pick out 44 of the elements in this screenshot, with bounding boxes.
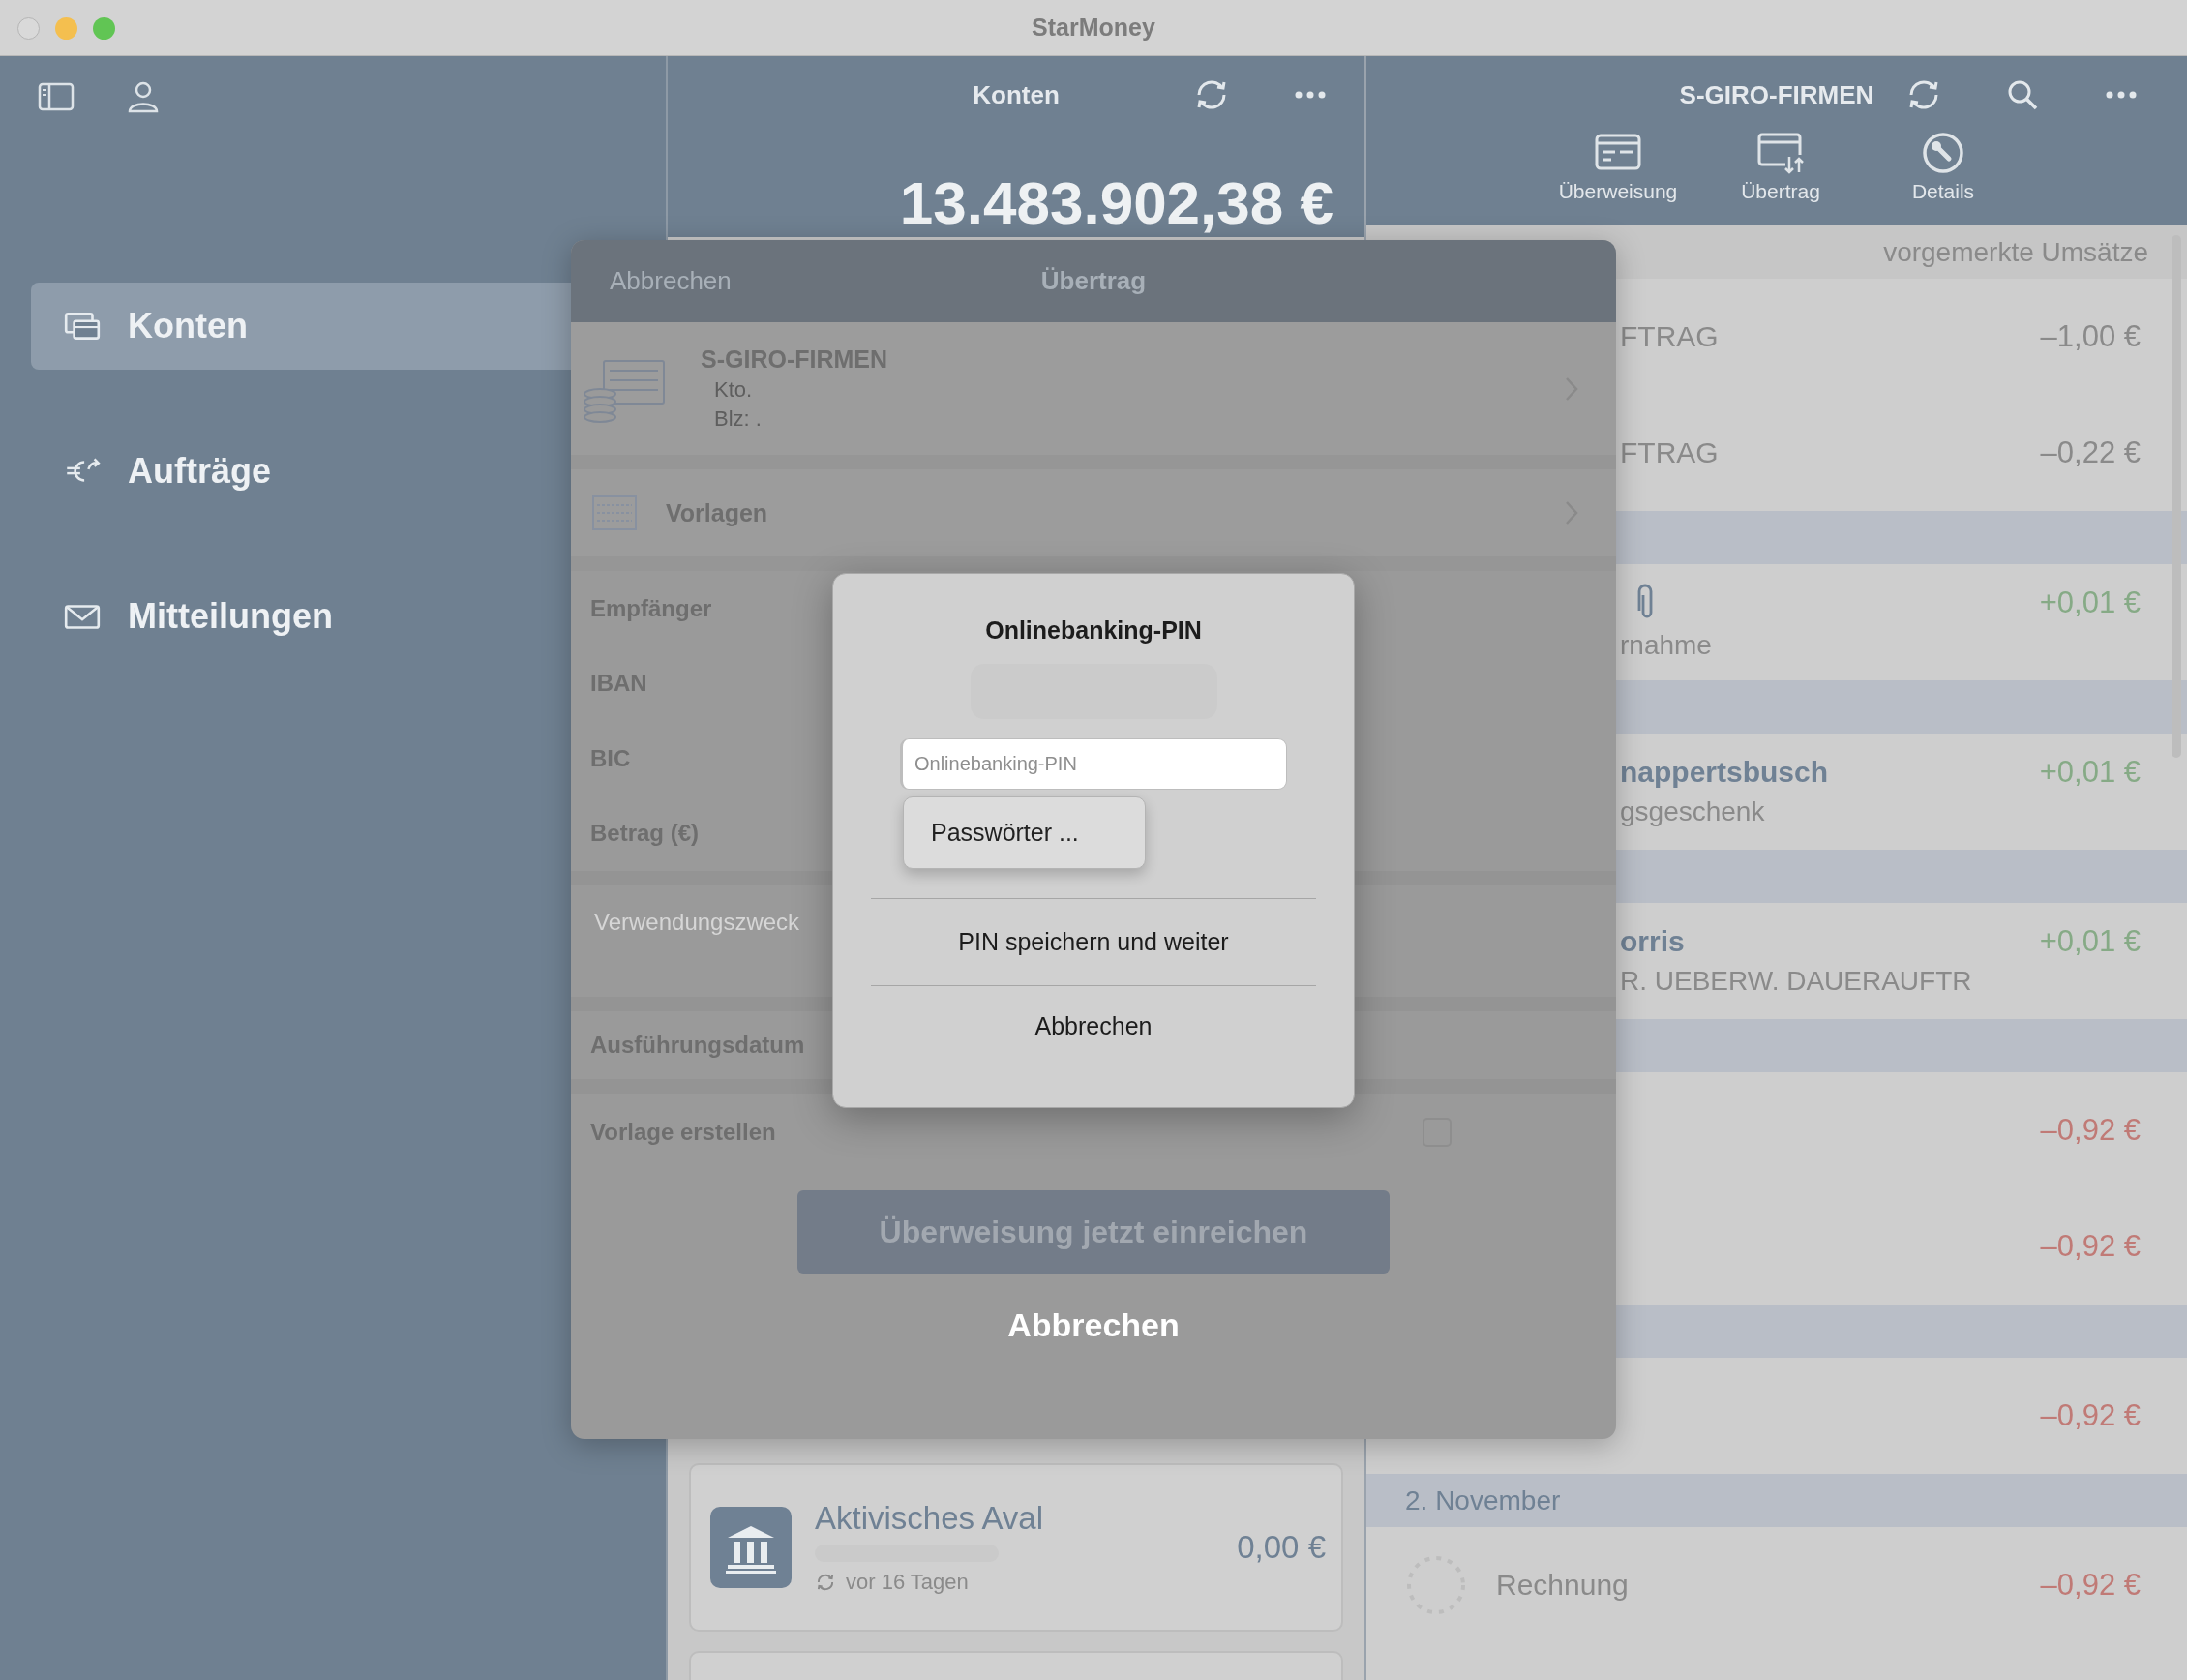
amount: –0,92 € — [2040, 1398, 2141, 1433]
purpose-field[interactable]: Verwendungszweck — [594, 909, 800, 935]
total-balance: 13.483.902,38 € — [898, 168, 1334, 237]
account-detail: Blz: . — [713, 406, 763, 432]
section-title: vorgemerkte Umsätze — [1883, 236, 2148, 268]
card-arrows-icon — [1756, 132, 1805, 174]
toolbar-button[interactable]: Details — [1874, 132, 2012, 203]
amount: +0,01 € — [2039, 924, 2141, 959]
account-detail: Kto. — [713, 377, 754, 403]
transaction-title: FTRAG — [1620, 436, 1719, 469]
account-name: Aktivisches Aval — [815, 1500, 1044, 1537]
window-title: StarMoney — [1032, 14, 1155, 42]
sheet-title: Übertrag — [1040, 266, 1147, 296]
amount: +0,01 € — [2039, 585, 2141, 620]
bank-icon — [710, 1507, 792, 1588]
amount: –0,92 € — [2040, 1113, 2141, 1148]
transaction-title: FTRAG — [1620, 320, 1719, 353]
cancel-button[interactable]: Abbrechen — [988, 1299, 1199, 1352]
autofill-popup[interactable]: Passwörter ... — [903, 796, 1146, 869]
transaction-title: Rechnung — [1496, 1569, 1630, 1602]
transaction-subtitle: R. UEBERW. DAUERAUFTR — [1620, 966, 1973, 997]
toolbar-button[interactable]: Übertrag — [1712, 132, 1849, 203]
last-update: vor 16 Tagen — [846, 1570, 969, 1595]
transaction-subtitle: gsgeschenk — [1620, 796, 1766, 827]
amount: –0,22 € — [2040, 435, 2141, 470]
pin-field[interactable]: Onlinebanking-PIN — [900, 738, 1287, 790]
amount: –0,92 € — [2040, 1568, 2141, 1603]
transaction-title: nappertsbusch — [1620, 756, 1829, 789]
column-title: Konten — [973, 79, 1060, 110]
account-balance: 0,00 € — [1237, 1529, 1326, 1566]
toolbar-button[interactable]: Überweisung — [1549, 132, 1687, 203]
transaction-row[interactable]: Rechnung –0,92 € — [1366, 1527, 2187, 1643]
account-title: S-GIRO-FIRMEN — [1679, 79, 1874, 110]
amount: +0,01 € — [2039, 755, 2141, 790]
dialog-button[interactable]: Abbrechen — [871, 985, 1316, 1066]
date-label: 2. November — [1405, 1485, 1561, 1516]
autofill-option[interactable]: Passwörter ... — [931, 819, 1079, 847]
amount: –1,00 € — [2040, 319, 2141, 354]
transaction-subtitle: rnahme — [1620, 630, 1713, 661]
dialog-title: Onlinebanking-PIN — [985, 616, 1202, 645]
amount: –0,92 € — [2040, 1229, 2141, 1264]
sync-icon — [815, 1572, 836, 1593]
dialog-button[interactable]: PIN speichern und weiter — [871, 898, 1316, 985]
transaction-title: orris — [1620, 925, 1685, 958]
